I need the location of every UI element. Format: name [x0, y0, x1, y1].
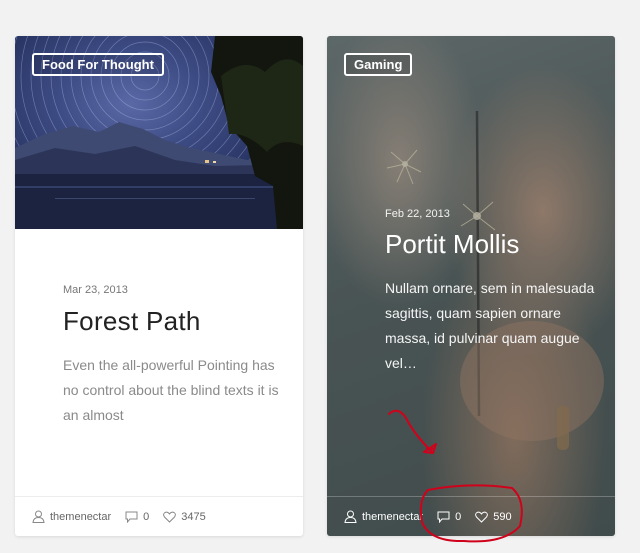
post-meta-footer: themenectar 0 590	[327, 496, 615, 536]
post-meta-footer: themenectar 0 3475	[15, 496, 303, 536]
post-excerpt: Nullam ornare, sem in malesuada sagittis…	[385, 280, 595, 371]
like-count: 3475	[181, 510, 206, 523]
likes-meta[interactable]: 3475	[163, 510, 206, 523]
likes-meta[interactable]: 590	[475, 510, 512, 523]
post-date: Mar 23, 2013	[63, 284, 128, 296]
comments-meta[interactable]: 0	[125, 511, 149, 523]
post-image-night-sky[interactable]: Food For Thought	[15, 36, 303, 229]
author-name[interactable]: themenectar	[362, 511, 423, 523]
comment-count: 0	[455, 510, 462, 523]
post-excerpt: Even the all-powerful Pointing has no co…	[63, 357, 279, 423]
post-content: Mar 23, 2013 Forest Path Even the all-po…	[63, 284, 283, 428]
heart-icon	[163, 511, 177, 523]
category-tag[interactable]: Food For Thought	[32, 53, 164, 76]
comment-count: 0	[143, 510, 150, 523]
post-title[interactable]: Portit Mollis	[385, 229, 607, 260]
like-count: 590	[493, 510, 512, 523]
comment-icon	[125, 511, 138, 523]
post-date: Feb 22, 2013	[385, 208, 450, 220]
author-meta[interactable]: themenectar	[344, 510, 423, 523]
post-content: Feb 22, 2013 Portit Mollis Nullam ornare…	[385, 208, 607, 376]
author-meta[interactable]: themenectar	[32, 510, 111, 523]
user-icon	[32, 510, 45, 523]
category-tag[interactable]: Gaming	[344, 53, 413, 76]
post-card-forest-path[interactable]: Food For Thought Mar 23, 2013 Forest Pat…	[15, 36, 303, 536]
heart-icon	[475, 511, 489, 523]
post-card-portit-mollis[interactable]: Gaming Feb 22, 2013 Portit Mollis Nullam…	[327, 36, 615, 536]
user-icon	[344, 510, 357, 523]
comments-meta[interactable]: 0	[437, 511, 461, 523]
post-title[interactable]: Forest Path	[63, 306, 283, 337]
comment-icon	[437, 511, 450, 523]
author-name[interactable]: themenectar	[50, 511, 111, 523]
